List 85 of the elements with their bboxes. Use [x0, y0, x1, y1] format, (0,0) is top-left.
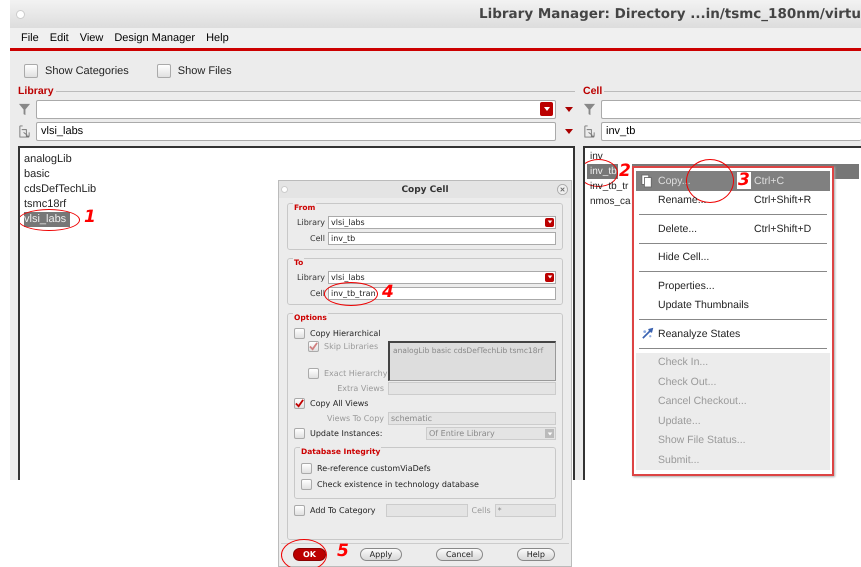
input-field[interactable] — [388, 382, 556, 395]
field-label: Library — [296, 218, 325, 226]
menu-item[interactable]: Hide Cell... — [636, 248, 830, 267]
window-title: Library Manager: Directory ...in/tsmc_180nm/virtu — [479, 6, 861, 22]
menu-item[interactable]: View — [80, 32, 104, 44]
filter-field[interactable] — [36, 100, 556, 118]
field-label: Cells — [472, 506, 491, 515]
dialog-button[interactable]: Help — [516, 548, 555, 561]
dialog-title: Copy Cell — [401, 184, 449, 194]
checkbox[interactable] — [301, 478, 312, 490]
field-label: Library — [296, 272, 325, 282]
checkbox-label: Add To Category — [310, 506, 376, 515]
filter-icon — [18, 102, 31, 116]
spark-icon — [640, 327, 654, 340]
step-number: 4 — [382, 284, 394, 300]
step-number: 3 — [737, 172, 751, 189]
menu-item[interactable]: Delete... Ctrl+Shift+D — [636, 219, 830, 238]
step-number: 1 — [84, 209, 96, 226]
checkbox[interactable] — [24, 64, 38, 78]
dialog-button[interactable]: Apply — [360, 548, 402, 561]
filter-icon — [583, 102, 596, 116]
menu-item[interactable]: Update Thumbnails — [636, 296, 830, 315]
step-number: 2 — [618, 163, 632, 180]
checkbox[interactable] — [294, 398, 305, 409]
checkbox[interactable] — [294, 505, 305, 516]
filter-field[interactable] — [601, 100, 861, 118]
checkbox-label: Copy Hierarchical — [310, 329, 381, 338]
checkbox-label: Update Instances: — [310, 429, 382, 438]
field-label: Cell — [309, 288, 325, 298]
menu-item[interactable]: Help — [206, 32, 229, 44]
cell-field[interactable]: inv_tb — [601, 122, 861, 140]
menu-item[interactable]: Rename... Ctrl+Shift+R — [636, 190, 830, 210]
window-control-icon[interactable] — [16, 10, 25, 18]
caret-icon — [546, 274, 552, 280]
caret-icon[interactable] — [565, 105, 573, 113]
close-icon[interactable] — [557, 184, 568, 195]
checkbox[interactable] — [301, 462, 312, 474]
library-item[interactable]: analogLib — [24, 152, 76, 167]
cell-item[interactable]: inv — [587, 149, 859, 164]
input-field[interactable] — [386, 504, 468, 517]
menu-item[interactable]: File — [21, 32, 39, 44]
checkbox-label: Re-reference customViaDefs — [317, 464, 431, 472]
library-field[interactable]: vlsi_labs — [36, 122, 556, 140]
annotation-circle — [324, 282, 378, 306]
caret-icon — [546, 430, 552, 436]
library-item[interactable]: vlsi_labs — [24, 212, 70, 227]
dropdown-button[interactable] — [545, 218, 554, 226]
library-item[interactable]: tsmc18rf — [24, 197, 70, 212]
field-label: Extra Views — [336, 384, 384, 393]
library-item[interactable]: basic — [24, 167, 54, 182]
caret-icon — [542, 104, 550, 112]
menu-item[interactable]: Edit — [50, 32, 69, 44]
menu-item[interactable]: Properties... — [636, 276, 830, 296]
panel-heading: Library — [18, 85, 54, 97]
menu-item[interactable]: Design Manager — [114, 32, 196, 44]
caret-icon[interactable] — [565, 127, 573, 135]
dropdown-button[interactable] — [540, 102, 553, 116]
checkbox-label: Copy All Views — [310, 399, 368, 408]
annotation-circle — [281, 539, 327, 567]
library-combo[interactable]: vlsi_labs — [328, 270, 556, 284]
checkbox[interactable] — [294, 428, 305, 439]
window-control-icon[interactable] — [281, 186, 288, 193]
checkbox[interactable] — [294, 328, 305, 339]
field-label: Views To Copy — [326, 414, 384, 423]
library-combo[interactable]: vlsi_labs — [328, 216, 556, 228]
annotation-circle — [20, 209, 80, 231]
library-item[interactable]: cdsDefTechLib — [24, 182, 100, 197]
document-icon — [18, 124, 31, 138]
copy-icon — [641, 174, 653, 188]
checkbox-label: Skip Libraries — [324, 342, 378, 351]
dropdown-button[interactable] — [545, 272, 554, 282]
checkbox-label: Exact Hierarchy — [324, 369, 388, 378]
checkbox-label: Show Categories — [45, 65, 129, 77]
caret-icon — [546, 219, 552, 225]
cell-field[interactable]: inv_tb — [328, 232, 556, 244]
menu-item[interactable]: Reanalyze States — [636, 324, 830, 344]
checkbox[interactable] — [156, 64, 171, 78]
step-number: 5 — [337, 543, 349, 560]
dialog-button[interactable]: OK — [293, 548, 326, 561]
document-icon — [583, 124, 596, 138]
field-label: Cell — [309, 234, 325, 242]
panel-heading: Cell — [583, 85, 602, 97]
dialog-button[interactable]: Cancel — [436, 548, 484, 561]
checkbox-label: Show Files — [178, 65, 232, 77]
checkbox-label: Check existence in technology database — [317, 480, 479, 488]
